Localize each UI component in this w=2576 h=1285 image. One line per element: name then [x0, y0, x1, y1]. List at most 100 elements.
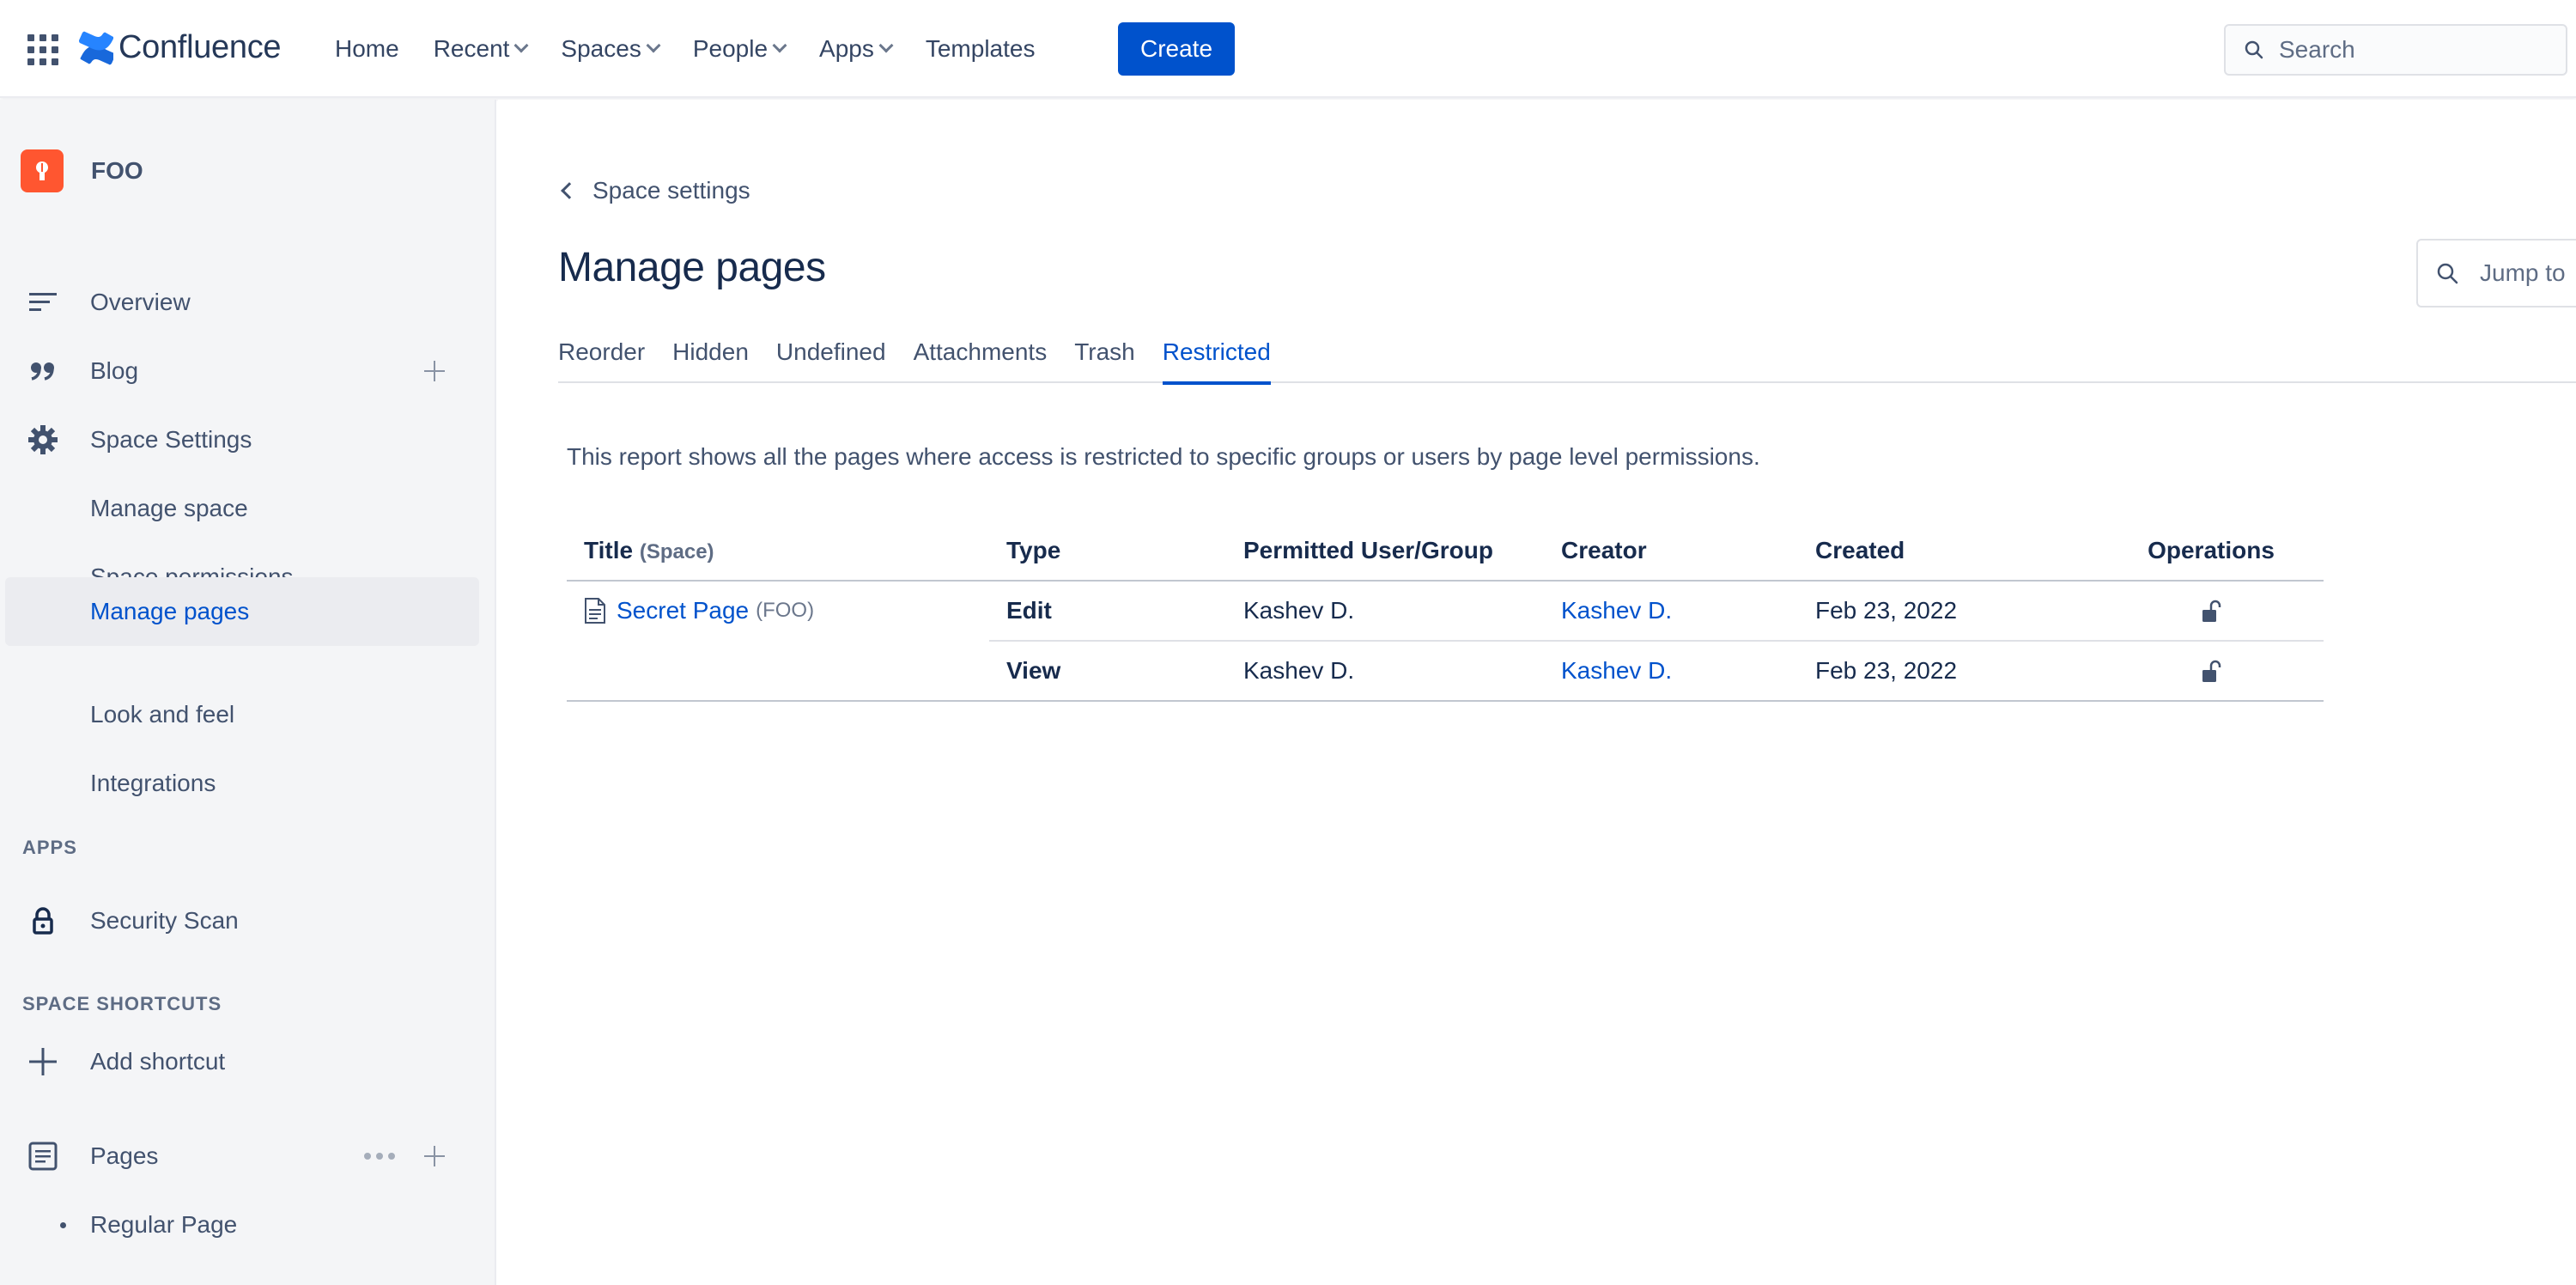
col-type: Type	[989, 521, 1243, 582]
nav-home-label: Home	[335, 35, 399, 62]
confluence-logo[interactable]: Confluence	[79, 29, 282, 66]
sidebar-item-label: Manage space	[90, 495, 248, 521]
nav-home[interactable]: Home	[335, 35, 399, 63]
nav-apps-label: Apps	[819, 35, 874, 62]
type-cell: Edit	[989, 581, 1243, 642]
manage-pages-tabs: Reorder Hidden Undefined Attachments Tra…	[558, 338, 2576, 385]
more-options-icon[interactable]	[364, 1153, 395, 1160]
col-permitted: Permitted User/Group	[1243, 521, 1561, 582]
table-row: Secret Page (FOO) Edit Kashev D. Kashev …	[567, 581, 2324, 702]
tab-trash[interactable]: Trash	[1074, 338, 1135, 383]
sidebar-item-label: Regular Page	[90, 1211, 238, 1238]
creator-link[interactable]: Kashev D.	[1561, 597, 1672, 624]
nav-people[interactable]: People	[693, 35, 787, 63]
plus-icon	[24, 1043, 62, 1081]
sidebar: FOO Overview Blog Space Settings Manage …	[0, 100, 496, 1285]
sidebar-item-manage-pages[interactable]: Manage pages	[5, 577, 479, 646]
page-title-link[interactable]: Secret Page	[617, 597, 749, 624]
sidebar-item-label: Pages	[90, 1142, 159, 1169]
operations-cell	[2099, 581, 2324, 642]
nav-recent-label: Recent	[433, 35, 510, 62]
chevron-down-icon	[646, 38, 661, 53]
jump-to-search[interactable]: Jump to	[2416, 239, 2576, 308]
nav-spaces-label: Spaces	[561, 35, 641, 62]
back-link-label: Space settings	[592, 177, 750, 204]
sidebar-item-integrations[interactable]: Integrations	[0, 749, 496, 818]
jump-to-placeholder: Jump to	[2480, 259, 2566, 286]
overview-icon	[24, 283, 62, 321]
col-created: Created	[1815, 521, 2099, 582]
creator-link[interactable]: Kashev D.	[1561, 657, 1672, 684]
page-title: Manage pages	[558, 245, 826, 290]
col-operations: Operations	[2099, 521, 2324, 582]
unlock-icon[interactable]	[2200, 659, 2222, 685]
chevron-down-icon	[513, 38, 529, 53]
sidebar-item-add-shortcut[interactable]: Add shortcut	[0, 1027, 496, 1096]
search-input[interactable]	[2279, 36, 2554, 64]
bullet-icon	[60, 1222, 66, 1228]
sidebar-item-label: Add shortcut	[90, 1048, 226, 1075]
create-button[interactable]: Create	[1118, 22, 1235, 76]
app-switcher-icon[interactable]	[27, 34, 58, 65]
permitted-cell: Kashev D.	[1243, 581, 1561, 642]
apps-section-label: APPS	[22, 837, 77, 858]
chevron-left-icon	[561, 182, 578, 199]
sidebar-item-blog[interactable]: Blog	[0, 337, 496, 405]
tab-undefined[interactable]: Undefined	[776, 338, 886, 383]
page-space-key: (FOO)	[756, 599, 815, 622]
restricted-pages-table: Title (Space) Type Permitted User/Group …	[567, 521, 2324, 702]
gear-icon	[24, 421, 62, 459]
nav-recent[interactable]: Recent	[433, 35, 529, 63]
sidebar-item-label: Manage pages	[90, 598, 250, 624]
sidebar-item-label: Integrations	[90, 770, 216, 796]
created-cell: Feb 23, 2022	[1815, 641, 2099, 702]
creator-cell: Kashev D.	[1561, 641, 1815, 702]
title-cell: Secret Page (FOO)	[567, 581, 989, 702]
space-shortcuts-label: SPACE SHORTCUTS	[22, 993, 222, 1014]
space-settings-back-link[interactable]: Space settings	[558, 177, 750, 204]
report-description: This report shows all the pages where ac…	[567, 443, 1760, 470]
sidebar-item-label: Look and feel	[90, 701, 235, 728]
operations-cell	[2099, 641, 2324, 702]
top-navigation: Confluence Home Recent Spaces People App…	[0, 0, 2576, 98]
tab-hidden[interactable]: Hidden	[672, 338, 749, 383]
tab-reorder[interactable]: Reorder	[558, 338, 645, 383]
tab-restricted[interactable]: Restricted	[1162, 338, 1271, 385]
pages-icon	[24, 1137, 62, 1175]
sidebar-item-space-settings[interactable]: Space Settings	[0, 405, 496, 474]
chevron-down-icon	[772, 38, 787, 53]
permitted-cell: Kashev D.	[1243, 641, 1561, 702]
sidebar-item-look-and-feel[interactable]: Look and feel	[0, 680, 496, 749]
sidebar-item-security-scan[interactable]: Security Scan	[0, 886, 496, 955]
space-logo-icon	[36, 161, 48, 180]
nav-apps[interactable]: Apps	[819, 35, 894, 63]
unlock-icon[interactable]	[2200, 599, 2222, 624]
sidebar-item-manage-space[interactable]: Manage space	[0, 474, 496, 543]
tab-attachments[interactable]: Attachments	[914, 338, 1048, 383]
quote-icon	[24, 352, 62, 390]
sidebar-item-regular-page[interactable]: Regular Page	[0, 1191, 496, 1259]
lock-icon	[24, 902, 62, 940]
table-header-row: Title (Space) Type Permitted User/Group …	[567, 521, 2324, 582]
nav-templates[interactable]: Templates	[926, 35, 1036, 63]
chevron-down-icon	[878, 38, 894, 53]
space-avatar	[21, 149, 64, 192]
primary-nav: Home Recent Spaces People Apps Templates	[335, 0, 1069, 98]
page-icon	[585, 598, 605, 624]
nav-templates-label: Templates	[925, 35, 1036, 62]
col-creator: Creator	[1561, 521, 1815, 582]
space-header[interactable]: FOO	[21, 149, 143, 192]
col-title-label: Title	[584, 536, 634, 563]
add-page-icon[interactable]	[424, 1146, 445, 1166]
col-title: Title (Space)	[567, 521, 989, 582]
search-icon	[2245, 40, 2263, 59]
sidebar-item-label: Blog	[90, 357, 139, 384]
nav-spaces[interactable]: Spaces	[561, 35, 661, 63]
created-cell: Feb 23, 2022	[1815, 581, 2099, 642]
sidebar-item-label: Overview	[90, 289, 191, 315]
add-blog-icon[interactable]	[424, 361, 445, 381]
global-search[interactable]	[2224, 24, 2567, 76]
sidebar-item-pages[interactable]: Pages	[0, 1122, 496, 1191]
confluence-logo-icon	[79, 31, 113, 64]
sidebar-item-overview[interactable]: Overview	[0, 268, 496, 337]
